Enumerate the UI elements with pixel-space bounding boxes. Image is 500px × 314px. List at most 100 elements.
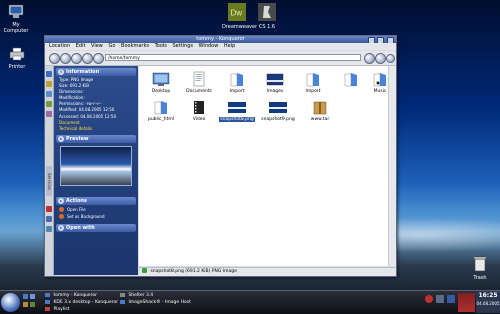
image-thumbnail-icon [269, 102, 287, 113]
desktop-icon-my-computer[interactable]: My Computer [2, 4, 30, 34]
task-playlist[interactable]: Playlist [45, 306, 69, 313]
task-label: Playlist [53, 307, 70, 312]
sidebar-tab-network[interactable] [46, 111, 52, 117]
clock[interactable]: 16:25 04.08.2005 [476, 291, 500, 313]
gear-icon[interactable] [375, 53, 386, 64]
menu-go[interactable]: Go [109, 43, 116, 49]
task-label: ImageShack® - Image Host [128, 300, 191, 305]
open-file-action[interactable]: Open File [59, 206, 133, 213]
dreamweaver-icon: Dw [228, 3, 246, 21]
desktop-icon-printer[interactable]: Printer [3, 47, 31, 70]
task-imageshack[interactable]: ImageShack® - Image Host [120, 299, 191, 306]
reload-icon[interactable] [82, 53, 93, 64]
task-kde-desktop[interactable]: KDE 3.x desktop - Konqueror [45, 299, 118, 306]
file-item[interactable]: snapshot9.png [256, 99, 300, 122]
menu-edit[interactable]: Edit [76, 43, 86, 49]
folder-icon [344, 73, 357, 87]
desktop-folder-icon [152, 72, 170, 86]
menu-location[interactable]: Location [49, 43, 70, 49]
action-label: Open File [67, 206, 86, 212]
desktop-icon-cs16[interactable]: CS 1.6 [254, 3, 280, 30]
set-as-background-action[interactable]: Set as Background [59, 213, 133, 220]
konqueror-launcher-icon[interactable] [30, 294, 35, 299]
technical-details-link[interactable]: Technical details [59, 126, 133, 132]
home-icon[interactable] [93, 53, 104, 64]
menu-bookmarks[interactable]: Bookmarks [121, 43, 149, 49]
kde-menu-icon[interactable] [1, 293, 20, 312]
menu-help[interactable]: Help [224, 43, 235, 49]
file-item[interactable]: Import [218, 71, 256, 94]
file-name: snapshot8.png [219, 117, 255, 122]
clock-time: 16:25 [478, 292, 498, 299]
konqueror-icon [45, 299, 50, 304]
show-desktop-icon[interactable] [23, 294, 28, 299]
preview-header[interactable]: ▸ Preview [56, 134, 136, 143]
file-name: Video [192, 117, 206, 122]
open-with-icon: ▸ [58, 224, 64, 231]
desktop-icon-trash[interactable]: Trash [468, 256, 492, 281]
actions-icon: ▸ [58, 197, 64, 204]
back-arrow-icon[interactable] [49, 53, 60, 64]
menu-tools[interactable]: Tools [155, 43, 167, 49]
action-bullet-icon [59, 206, 64, 212]
file-view[interactable]: Desktop Documents Import Images Import M… [139, 66, 395, 266]
sidebar-tab-media[interactable] [46, 101, 52, 107]
desktop-icon-dreamweaver[interactable]: Dw Dreamweaver [222, 3, 258, 30]
window-titlebar[interactable]: tommy - Konqueror [45, 36, 396, 44]
sidebar-tab-services[interactable]: Services [46, 166, 52, 196]
music-folder-icon [373, 73, 386, 87]
menu-window[interactable]: Window [199, 43, 219, 49]
konqueror-window: tommy - Konqueror Location Edit View Go … [44, 35, 397, 277]
task-label: Shelter 3.4 [128, 293, 154, 298]
forward-arrow-icon[interactable] [60, 53, 71, 64]
sidebar-tabs: Services [45, 66, 54, 276]
file-item[interactable]: www.tar [301, 99, 339, 122]
file-item[interactable]: Images [256, 71, 294, 94]
file-item[interactable]: public_html [142, 99, 180, 122]
menu-settings[interactable]: Settings [172, 43, 193, 49]
file-item[interactable]: Desktop [142, 71, 180, 94]
sidebar-tab-devices[interactable] [46, 226, 52, 232]
folder-icon [154, 101, 167, 115]
info-icon: i [58, 69, 64, 75]
folder-icon [306, 73, 319, 87]
volume-icon[interactable] [447, 295, 455, 303]
file-name: Documents [186, 89, 212, 94]
vertical-scrollbar[interactable] [388, 66, 396, 266]
file-item[interactable]: Import [294, 71, 332, 94]
actions-header-label: Actions [66, 197, 87, 204]
info-header[interactable]: i Information [56, 68, 136, 76]
update-notifier-icon[interactable] [425, 295, 433, 303]
desktop-icon-label: My Computer [3, 22, 29, 34]
playlist-icon [45, 306, 50, 311]
actions-header[interactable]: ▸ Actions [56, 196, 136, 205]
sidebar-tab-history[interactable] [46, 81, 52, 87]
task-konqueror[interactable]: tommy - Konqueror [45, 292, 97, 299]
kmail-launcher-icon[interactable] [30, 302, 35, 307]
address-bar[interactable]: /home/tommy [105, 54, 361, 61]
sidebar-tab-root[interactable] [46, 206, 52, 212]
konqueror-icon [120, 299, 125, 304]
search-icon[interactable] [364, 53, 375, 64]
task-shelter[interactable]: Shelter 3.4 [120, 292, 153, 299]
sidebar-tab-home[interactable] [46, 91, 52, 97]
file-item[interactable]: Video [180, 99, 218, 122]
clipboard-icon[interactable] [436, 295, 444, 303]
status-ok-icon [142, 268, 147, 273]
sidebar-tab-settings[interactable] [46, 216, 52, 222]
terminal-launcher-icon[interactable] [23, 302, 28, 307]
info-header-label: Information [66, 69, 100, 75]
file-item-selected[interactable]: snapshot8.png [214, 99, 260, 122]
menu-view[interactable]: View [91, 43, 103, 49]
desktop-icon-label: Dreamweaver [222, 24, 258, 30]
counter-strike-icon [258, 3, 276, 21]
open-with-header[interactable]: ▸ Open with [56, 223, 136, 232]
actions-list: Open File Set as Background [54, 205, 138, 221]
sidebar-tab-bookmarks[interactable] [46, 71, 52, 77]
file-item[interactable]: Documents [180, 71, 218, 94]
up-arrow-icon[interactable] [71, 53, 82, 64]
file-name: www.tar [310, 117, 330, 122]
desktop-icon-label: CS 1.6 [258, 24, 276, 30]
action-label: Set as Background [67, 213, 105, 219]
desktop-icon-label: Trash [473, 275, 487, 281]
